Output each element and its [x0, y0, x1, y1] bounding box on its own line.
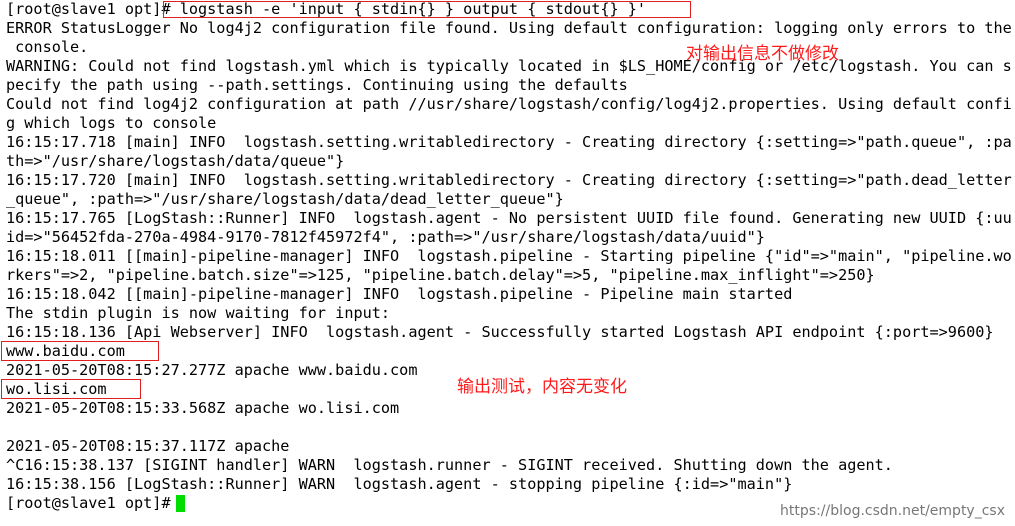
terminal-line: ^C16:15:38.137 [SIGINT handler] WARN log… — [6, 456, 893, 474]
terminal-line: id=>"56452fda-270a-4984-9170-7812f45972f… — [6, 228, 765, 246]
terminal-line: WARNING: Could not find logstash.yml whi… — [6, 57, 1012, 75]
terminal-line: 2021-05-20T08:15:27.277Z apache www.baid… — [6, 361, 418, 379]
terminal-line: wo.lisi.com — [6, 380, 107, 398]
annotation-note: 输出测试，内容无变化 — [457, 377, 627, 397]
terminal-line: _queue", :path=>"/usr/share/logstash/dat… — [6, 190, 564, 208]
terminal-line: 2021-05-20T08:15:37.117Z apache — [6, 437, 290, 455]
terminal-line: pecify the path using --path.settings. C… — [6, 76, 628, 94]
terminal-line: 16:15:17.718 [main] INFO logstash.settin… — [6, 133, 1012, 151]
terminal-cursor — [176, 495, 185, 512]
terminal-line: 16:15:17.720 [main] INFO logstash.settin… — [6, 171, 1012, 189]
terminal-line: ERROR StatusLogger No log4j2 configurati… — [6, 19, 1012, 37]
watermark: https://blog.csdn.net/empty_csx — [780, 503, 1005, 519]
terminal-line: [root@slave1 opt]# logstash -e 'input { … — [6, 0, 647, 18]
terminal-line: 16:15:18.011 [[main]-pipeline-manager] I… — [6, 247, 1012, 265]
terminal-window[interactable]: [root@slave1 opt]# logstash -e 'input { … — [0, 0, 1015, 526]
terminal-line: g which logs to console — [6, 114, 217, 132]
terminal-prompt[interactable]: [root@slave1 opt]# — [6, 494, 180, 513]
annotation-note: 对输出信息不做修改 — [686, 44, 839, 64]
terminal-line: rkers"=>2, "pipeline.batch.size"=>125, "… — [6, 266, 875, 284]
terminal-line: 16:15:38.156 [LogStash::Runner] WARN log… — [6, 475, 793, 493]
terminal-line: The stdin plugin is now waiting for inpu… — [6, 304, 391, 322]
terminal-line: console. — [6, 38, 89, 56]
terminal-line: 16:15:18.136 [Api Webserver] INFO logsta… — [6, 323, 994, 341]
terminal-line: 16:15:18.042 [[main]-pipeline-manager] I… — [6, 285, 793, 303]
terminal-line: Could not find log4j2 configuration at p… — [6, 95, 1012, 113]
terminal-line: 16:15:17.765 [LogStash::Runner] INFO log… — [6, 209, 1012, 227]
terminal-line: th=>"/usr/share/logstash/data/queue"} — [6, 152, 345, 170]
terminal-line: 2021-05-20T08:15:33.568Z apache wo.lisi.… — [6, 399, 400, 417]
terminal-line: www.baidu.com — [6, 342, 125, 360]
